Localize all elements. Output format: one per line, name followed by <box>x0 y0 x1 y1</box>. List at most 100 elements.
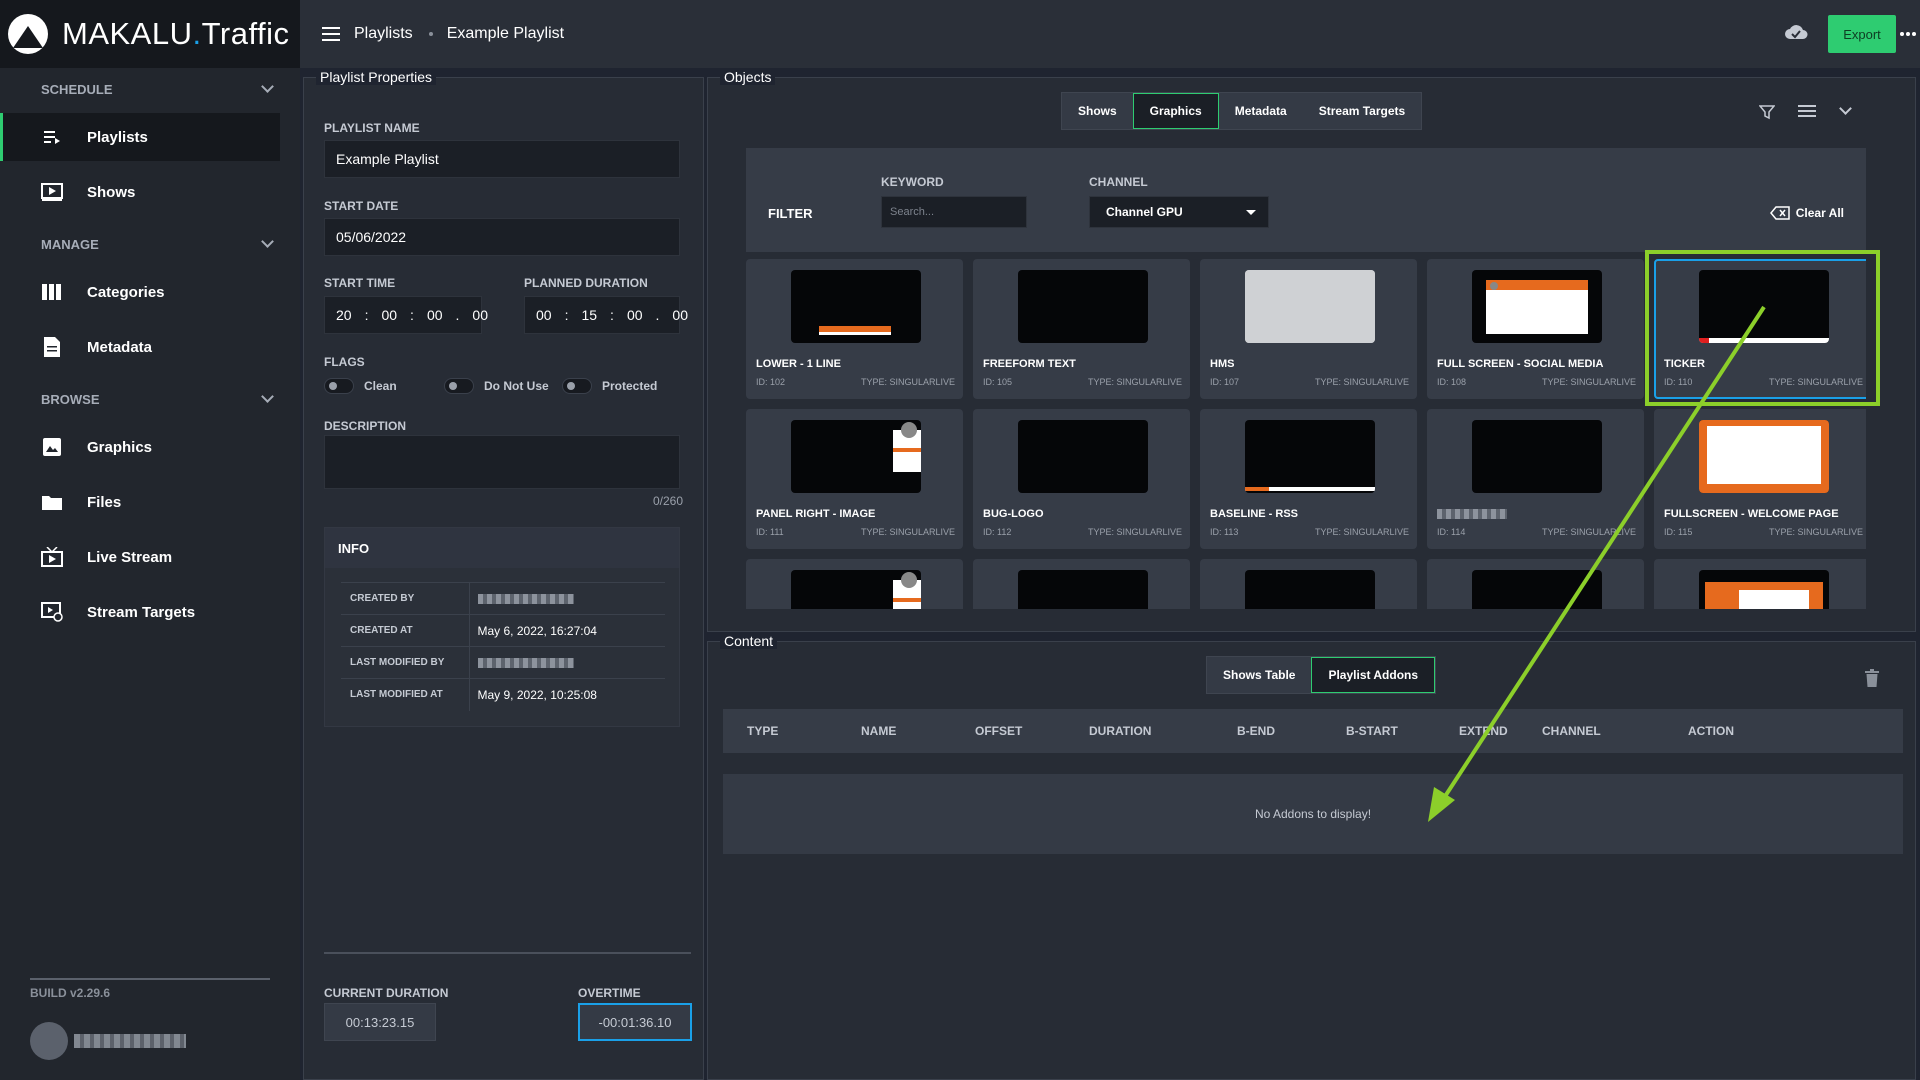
sidebar-item-metadata[interactable]: Metadata <box>0 323 280 371</box>
sidebar-item-playlists[interactable]: Playlists <box>0 113 280 161</box>
description-label: DESCRIPTION <box>324 419 407 433</box>
graphic-card[interactable]: PANEL RIGHT - IMAGE ID: 111 TYPE: SINGULAR… <box>746 409 963 549</box>
section-browse[interactable]: BROWSE <box>0 378 300 420</box>
graphic-title <box>1437 508 1507 520</box>
sidebar-item-categories[interactable]: Categories <box>0 268 280 316</box>
column-header-offset[interactable]: OFFSET <box>975 724 1022 738</box>
caret-down-icon <box>1246 210 1256 215</box>
start-date-input[interactable]: 05/06/2022 <box>324 218 680 256</box>
sidebar-item-live-stream[interactable]: Live Stream <box>0 533 280 581</box>
graphic-type: TYPE: SINGULARLIVE <box>1541 377 1636 387</box>
graphic-card[interactable]: TICKER ID: 110 TYPE: SINGULARLIVE <box>1654 259 1866 399</box>
column-header-extend[interactable]: EXTEND <box>1459 724 1508 738</box>
graphic-card[interactable] <box>1427 559 1644 609</box>
column-header-name[interactable]: NAME <box>861 724 896 738</box>
sidebar-item-files[interactable]: Files <box>0 478 280 526</box>
app-logo[interactable]: MAKALU.Traffic <box>0 0 300 68</box>
breadcrumb-current: Example Playlist <box>446 25 565 42</box>
graphic-title: TICKER <box>1664 358 1705 370</box>
content-panel: Content Shows Table Playlist Addons TYPE… <box>707 633 1916 1080</box>
graphic-card[interactable] <box>973 559 1190 609</box>
channel-select[interactable]: Channel GPU <box>1089 196 1269 228</box>
avatar <box>30 1022 68 1060</box>
sidebar-item-shows[interactable]: Shows <box>0 168 280 216</box>
graphic-card[interactable]: FREEFORM TEXT ID: 105 TYPE: SINGULARLIVE <box>973 259 1190 399</box>
build-version: BUILD v2.29.6 <box>30 978 270 1000</box>
info-value <box>469 646 665 679</box>
trash-icon[interactable] <box>1865 669 1879 687</box>
addons-empty-message: No Addons to display! <box>723 774 1903 854</box>
column-header-type[interactable]: TYPE <box>747 724 778 738</box>
sidebar-item-stream-targets[interactable]: Stream Targets <box>0 588 280 636</box>
tab-shows-table[interactable]: Shows Table <box>1207 657 1311 693</box>
live-stream-icon <box>41 546 63 568</box>
menu-icon[interactable] <box>322 27 340 41</box>
flag-protected[interactable]: Protected <box>562 378 657 394</box>
description-char-count: 0/260 <box>652 494 683 508</box>
graphic-card[interactable]: BASELINE - RSS ID: 113 TYPE: SINGULARLIVE <box>1200 409 1417 549</box>
toggle-switch[interactable] <box>324 378 354 394</box>
filter-icon[interactable] <box>1759 104 1775 120</box>
list-view-icon[interactable] <box>1798 104 1816 118</box>
column-header-duration[interactable]: DURATION <box>1089 724 1151 738</box>
table-row: CREATED AT May 6, 2022, 16:27:04 <box>341 614 665 647</box>
chevron-down-icon[interactable] <box>1839 102 1852 115</box>
section-manage[interactable]: MANAGE <box>0 223 300 265</box>
playlist-icon <box>41 126 63 148</box>
tab-playlist-addons[interactable]: Playlist Addons <box>1311 657 1436 693</box>
graphic-type: TYPE: SINGULARLIVE <box>1768 377 1863 387</box>
document-icon <box>41 336 63 358</box>
graphic-title: PANEL RIGHT - IMAGE <box>756 508 876 520</box>
graphic-type: TYPE: SINGULARLIVE <box>860 527 955 537</box>
objects-panel: Objects Shows Graphics Metadata Stream T… <box>707 69 1916 632</box>
graphic-type: TYPE: SINGULARLIVE <box>1087 527 1182 537</box>
planned-duration-input[interactable]: 00:15:00. 00 <box>524 296 688 334</box>
description-textarea[interactable] <box>324 435 680 489</box>
more-options-icon[interactable] <box>1900 26 1916 42</box>
start-date-label: START DATE <box>324 199 399 213</box>
column-header-action[interactable]: ACTION <box>1688 724 1734 738</box>
breadcrumb-separator <box>428 32 433 36</box>
graphic-card[interactable]: FULLSCREEN - WELCOME PAGE ID: 115 TYPE: SI… <box>1654 409 1866 549</box>
graphic-card[interactable]: ID: 114 TYPE: SINGULARLIVE <box>1427 409 1644 549</box>
graphic-card[interactable] <box>746 559 963 609</box>
graphic-thumbnail <box>1699 570 1829 609</box>
export-button[interactable]: Export <box>1828 15 1896 53</box>
playlist-name-input[interactable]: Example Playlist <box>324 140 680 178</box>
graphic-title: BUG-LOGO <box>983 508 1044 520</box>
tab-shows[interactable]: Shows <box>1062 93 1133 129</box>
column-header-b-start[interactable]: B-START <box>1346 724 1398 738</box>
breadcrumb-playlists[interactable]: Playlists <box>354 25 413 43</box>
tab-stream-targets[interactable]: Stream Targets <box>1303 93 1421 129</box>
graphic-card[interactable] <box>1200 559 1417 609</box>
toggle-switch[interactable] <box>562 378 592 394</box>
clear-all-button[interactable]: Clear All <box>1769 206 1844 220</box>
graphic-card[interactable]: HMS ID: 107 TYPE: SINGULARLIVE <box>1200 259 1417 399</box>
table-row: CREATED BY <box>341 582 665 615</box>
graphic-type: TYPE: SINGULARLIVE <box>860 377 955 387</box>
graphic-title: FULLSCREEN - WELCOME PAGE <box>1664 508 1839 520</box>
keyword-search-input[interactable]: Search... <box>881 196 1027 228</box>
objects-tabs: Shows Graphics Metadata Stream Targets <box>1061 92 1423 130</box>
tab-metadata[interactable]: Metadata <box>1219 93 1303 129</box>
column-header-b-end[interactable]: B-END <box>1237 724 1275 738</box>
start-time-input[interactable]: 20:00:00. 00 <box>324 296 488 334</box>
graphic-card[interactable] <box>1654 559 1866 609</box>
cloud-sync-icon[interactable] <box>1784 24 1808 40</box>
graphic-type: TYPE: SINGULARLIVE <box>1314 377 1409 387</box>
graphic-card[interactable]: BUG-LOGO ID: 112 TYPE: SINGULARLIVE <box>973 409 1190 549</box>
tab-graphics[interactable]: Graphics <box>1132 93 1219 129</box>
mountain-logo-icon <box>8 14 48 54</box>
sidebar-item-label: Live Stream <box>87 548 173 566</box>
column-header-channel[interactable]: CHANNEL <box>1542 724 1601 738</box>
toggle-switch[interactable] <box>444 378 474 394</box>
sidebar-item-graphics[interactable]: Graphics <box>0 423 280 471</box>
graphic-card[interactable]: LOWER - 1 LINE ID: 102 TYPE: SINGULARLIVE <box>746 259 963 399</box>
image-icon <box>41 436 63 458</box>
graphic-id: ID: 113 <box>1210 527 1239 537</box>
graphic-card[interactable]: FULL SCREEN - SOCIAL MEDIA ID: 108 TYPE: S… <box>1427 259 1644 399</box>
flag-do-not-use[interactable]: Do Not Use <box>444 378 549 394</box>
section-schedule[interactable]: SCHEDULE <box>0 68 300 110</box>
flag-clean[interactable]: Clean <box>324 378 397 394</box>
user-profile[interactable] <box>30 1022 186 1060</box>
